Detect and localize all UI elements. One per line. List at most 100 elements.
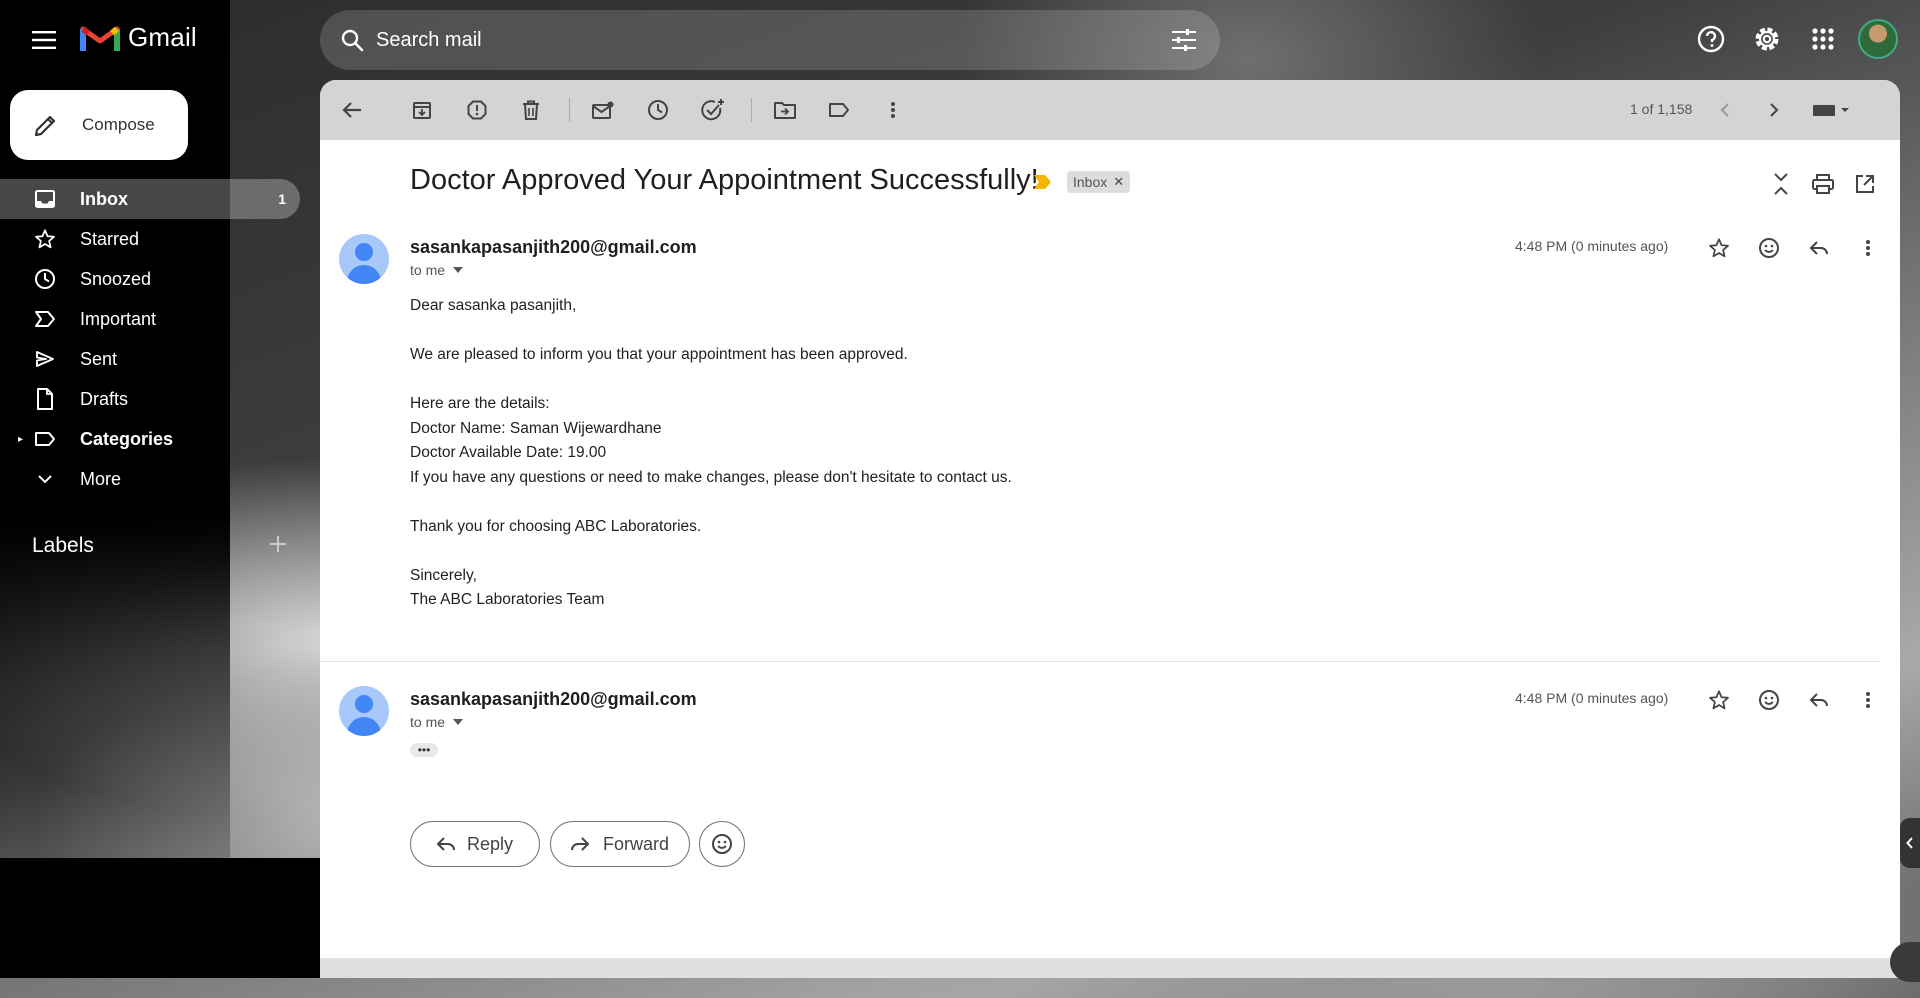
sidebar-item-snoozed[interactable]: Snoozed: [0, 259, 300, 299]
forward-icon: [567, 831, 593, 857]
create-label-button[interactable]: [266, 532, 290, 556]
unfold-less-icon: [1774, 173, 1788, 195]
reply-pill-button[interactable]: Reply: [410, 821, 540, 867]
mark-unread-button[interactable]: [585, 92, 621, 128]
email-toolbar: 1 of 1,158: [320, 80, 1900, 140]
arrow-back-icon: [342, 102, 361, 118]
toolbar-divider: [569, 98, 570, 122]
pencil-icon: [32, 111, 60, 139]
apps-grid-icon: [1812, 28, 1834, 50]
more-vert-icon: [891, 102, 895, 118]
body-line: Doctor Name: Saman Wijewardhane: [410, 419, 662, 437]
recipient-details-toggle[interactable]: to me: [410, 262, 464, 278]
sender-email[interactable]: sasankapasanjith200@gmail.com: [410, 237, 697, 258]
more-options-button[interactable]: [875, 92, 911, 128]
sidebar-item-label: More: [80, 468, 122, 489]
label-chip-inbox: Inbox ✕: [1067, 171, 1131, 193]
open-new-window-button[interactable]: [1849, 168, 1881, 200]
sidebar-item-starred[interactable]: Starred: [0, 219, 300, 259]
show-trimmed-content-button[interactable]: •••: [410, 743, 438, 757]
help-button[interactable]: [1690, 18, 1732, 60]
collapse-all-button[interactable]: [1765, 168, 1797, 200]
add-reaction-button[interactable]: [1751, 230, 1787, 266]
report-spam-button[interactable]: [459, 92, 495, 128]
reply-button[interactable]: [1801, 230, 1837, 266]
pagination-text: 1 of 1,158: [1630, 101, 1693, 117]
sidebar-item-more[interactable]: More: [0, 459, 300, 499]
snooze-button[interactable]: [640, 92, 676, 128]
main-menu-button[interactable]: [24, 20, 64, 60]
sidebar-item-label: Categories: [80, 428, 174, 449]
delete-button[interactable]: [513, 92, 549, 128]
message-more-button[interactable]: [1850, 230, 1886, 266]
account-avatar[interactable]: [1858, 19, 1898, 59]
sidebar-item-label: Starred: [80, 228, 140, 249]
newer-button[interactable]: [1707, 92, 1743, 128]
star-icon: [1709, 690, 1729, 710]
print-all-button[interactable]: [1807, 168, 1839, 200]
sender-avatar[interactable]: [339, 686, 389, 736]
search-bar: [320, 10, 1220, 70]
back-button[interactable]: [334, 92, 370, 128]
expand-caret-icon[interactable]: ▸: [18, 434, 23, 445]
body-line: If you have any questions or need to mak…: [410, 468, 1012, 486]
sidebar-item-important[interactable]: Important: [0, 299, 300, 339]
remove-label-button[interactable]: ✕: [1113, 174, 1124, 190]
recipient-details-toggle[interactable]: to me: [410, 714, 464, 730]
sidebar-item-sent[interactable]: Sent: [0, 339, 300, 379]
recipient-text: to me: [410, 714, 446, 730]
keyboard-icon: [1813, 105, 1849, 116]
older-button[interactable]: [1756, 92, 1792, 128]
panel-bottom-strip: [320, 958, 1900, 978]
reply-button[interactable]: [1801, 682, 1837, 718]
label-icon: [829, 103, 849, 117]
chevron-right-icon: [1770, 103, 1779, 117]
side-panel-toggle[interactable]: [1900, 818, 1920, 868]
help-icon: [1697, 25, 1725, 53]
apps-button[interactable]: [1802, 18, 1844, 60]
compose-button[interactable]: Compose: [10, 90, 188, 160]
clock-icon: [648, 100, 668, 120]
move-to-button[interactable]: [767, 92, 803, 128]
input-tools-button[interactable]: [1808, 92, 1856, 128]
body-line: Thank you for choosing ABC Laboratories.: [410, 517, 702, 535]
mark-unread-icon: [592, 101, 614, 119]
settings-button[interactable]: [1746, 18, 1788, 60]
dropdown-arrow-icon: [453, 719, 464, 725]
star-button[interactable]: [1701, 682, 1737, 718]
message-body: Dear sasanka pasanjith, We are pleased t…: [410, 294, 1012, 613]
forward-label: Forward: [603, 833, 670, 854]
search-options-button[interactable]: [1164, 20, 1204, 60]
sender-email[interactable]: sasankapasanjith200@gmail.com: [410, 689, 697, 710]
reply-icon: [433, 831, 459, 857]
gmail-logo[interactable]: Gmail: [80, 22, 197, 53]
sidebar-item-label: Drafts: [80, 388, 129, 409]
sidebar-item-label: Inbox: [80, 188, 128, 209]
labels-button[interactable]: [821, 92, 857, 128]
message-more-button[interactable]: [1850, 682, 1886, 718]
gear-icon: [1755, 27, 1779, 51]
star-button[interactable]: [1701, 230, 1737, 266]
body-line: We are pleased to inform you that your a…: [410, 346, 908, 363]
archive-button[interactable]: [404, 92, 440, 128]
emoji-reaction-button[interactable]: [699, 821, 745, 867]
message-timestamp: 4:48 PM (0 minutes ago): [1515, 690, 1669, 706]
search-icon[interactable]: [336, 24, 368, 56]
tune-icon: [1172, 29, 1196, 51]
add-to-tasks-button[interactable]: [695, 92, 731, 128]
emoji-icon: [1759, 690, 1779, 710]
chevron-down-icon: [33, 467, 57, 491]
sidebar-item-inbox[interactable]: Inbox 1: [0, 179, 300, 219]
important-marker-icon[interactable]: [1033, 174, 1053, 190]
inbox-icon: [33, 187, 57, 211]
add-reaction-button[interactable]: [1751, 682, 1787, 718]
sidebar-item-drafts[interactable]: Drafts: [0, 379, 300, 419]
sidebar-item-categories[interactable]: ▸ Categories: [0, 419, 300, 459]
message-timestamp: 4:48 PM (0 minutes ago): [1515, 238, 1669, 254]
unread-count: 1: [278, 191, 286, 207]
trash-icon: [523, 100, 539, 120]
sender-avatar[interactable]: [339, 234, 389, 284]
forward-pill-button[interactable]: Forward: [550, 821, 690, 867]
label-chip-text: Inbox: [1073, 174, 1108, 190]
search-input[interactable]: [376, 28, 1156, 52]
